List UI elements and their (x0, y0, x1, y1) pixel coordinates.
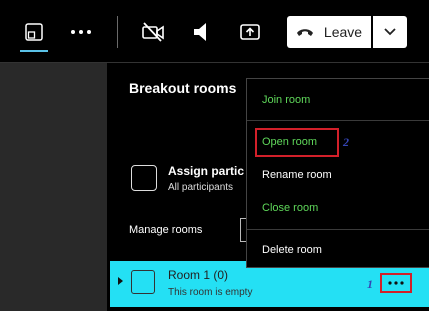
camera-button[interactable] (138, 10, 168, 54)
room-icon (131, 270, 155, 294)
more-icon (71, 30, 91, 34)
leave-options-button[interactable] (373, 16, 407, 48)
speaker-icon (194, 23, 206, 41)
menu-item-join-room[interactable]: Join room (262, 94, 310, 106)
menu-item-rename-room[interactable]: Rename room (262, 169, 332, 181)
menu-divider (247, 229, 429, 230)
annotation-step-2: 2 (343, 135, 349, 149)
room-more-options-button[interactable] (380, 273, 412, 293)
annotation-step-1: 1 (367, 277, 373, 291)
share-screen-icon (240, 24, 260, 40)
more-options-button[interactable] (66, 10, 96, 54)
camera-off-icon (142, 22, 164, 42)
manage-rooms-label: Manage rooms (129, 224, 203, 236)
leave-label: Leave (323, 24, 363, 40)
meeting-toolbar: Leave (0, 0, 429, 62)
menu-divider (247, 120, 429, 121)
toolbar-divider (117, 16, 118, 48)
assign-participants-subtitle: All participants (168, 182, 234, 193)
assign-participants-icon (131, 165, 157, 191)
chevron-down-icon (384, 28, 396, 36)
room-name: Room 1 (0) (168, 268, 229, 282)
menu-item-delete-room[interactable]: Delete room (262, 244, 322, 256)
share-button[interactable] (235, 10, 265, 54)
assign-participants-title[interactable]: Assign partic (168, 164, 244, 178)
audio-button[interactable] (186, 10, 214, 54)
leave-button[interactable]: Leave (287, 16, 371, 48)
menu-item-open-room[interactable]: Open room (262, 136, 317, 148)
room-status: This room is empty (168, 287, 253, 298)
panel-title: Breakout rooms (129, 80, 237, 96)
hang-up-icon (296, 29, 313, 36)
video-stage (0, 63, 107, 311)
more-icon (388, 281, 404, 285)
menu-item-close-room[interactable]: Close room (262, 202, 318, 214)
expand-caret-icon[interactable] (118, 277, 123, 285)
layout-button[interactable] (20, 10, 48, 54)
active-indicator (20, 50, 48, 52)
layout-icon (25, 23, 43, 41)
